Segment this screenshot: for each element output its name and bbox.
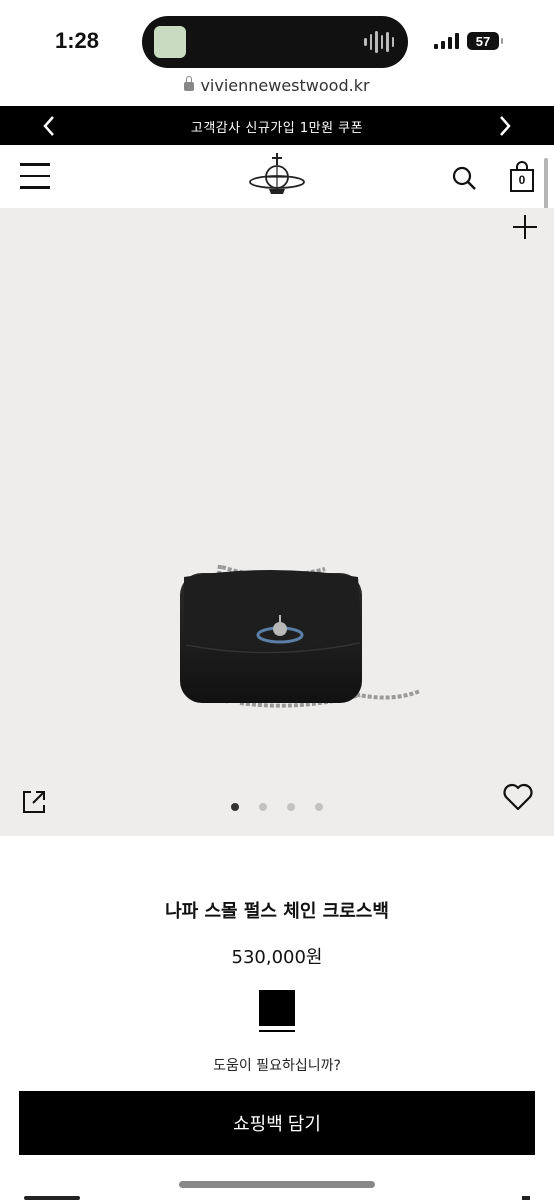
audio-wave-icon [364, 30, 394, 54]
next-section-peek [24, 1190, 84, 1200]
site-header: 0 [0, 145, 554, 208]
dynamic-island [142, 16, 408, 68]
plus-icon[interactable] [512, 214, 538, 240]
promo-banner: 고객감사 신규가입 1만원 쿠폰 [0, 106, 554, 145]
bag-count: 0 [518, 173, 526, 187]
orb-logo-icon[interactable] [247, 151, 307, 199]
address-bar[interactable]: viviennewestwood.kr [0, 76, 554, 96]
now-playing-thumbnail [154, 26, 186, 58]
next-section-peek-right [522, 1196, 530, 1200]
swatch-selected-underline [259, 1030, 295, 1032]
hamburger-menu-icon[interactable] [20, 163, 50, 189]
search-icon[interactable] [451, 165, 477, 191]
gallery-dot[interactable] [231, 803, 239, 811]
url-text: viviennewestwood.kr [200, 76, 370, 95]
help-link[interactable]: 도움이 필요하십니까? [0, 1055, 554, 1075]
cellular-signal-icon [434, 33, 459, 49]
product-name: 나파 스몰 펄스 체인 크로스백 [165, 901, 389, 922]
color-swatch-black[interactable] [259, 990, 295, 1026]
home-indicator[interactable] [179, 1181, 375, 1188]
battery-indicator: 57 [467, 32, 503, 50]
product-gallery[interactable] [0, 208, 554, 836]
product-price: 530,000원 [231, 947, 323, 968]
gallery-pagination [0, 803, 554, 811]
heart-icon[interactable] [502, 782, 534, 812]
gallery-dot[interactable] [259, 803, 267, 811]
status-time: 1:28 [55, 28, 100, 53]
status-bar: 1:28 57 [0, 0, 554, 76]
gallery-dot[interactable] [315, 803, 323, 811]
promo-text[interactable]: 고객감사 신규가입 1만원 쿠폰 [0, 117, 554, 136]
lock-icon [184, 76, 195, 91]
chevron-right-icon[interactable] [492, 114, 516, 138]
gallery-dot[interactable] [287, 803, 295, 811]
product-image [180, 564, 421, 708]
add-to-cart-button[interactable]: 쇼핑백 담기 [19, 1091, 535, 1155]
shopping-bag-button[interactable]: 0 [508, 161, 536, 193]
share-icon[interactable] [20, 788, 48, 816]
